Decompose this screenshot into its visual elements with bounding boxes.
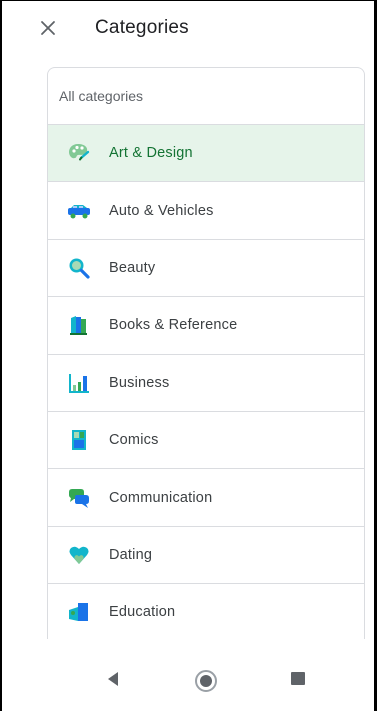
category-item-art-design[interactable]: Art & Design	[48, 125, 364, 183]
top-app-bar: Categories	[2, 1, 374, 61]
books-icon	[70, 316, 87, 336]
category-label: Business	[109, 374, 170, 391]
system-navigation-bar	[2, 653, 374, 711]
category-item-communication[interactable]: Communication	[48, 469, 364, 527]
hearts-icon	[69, 546, 89, 564]
palette-icon	[69, 144, 90, 161]
category-item-business[interactable]: Business	[48, 355, 364, 412]
close-button[interactable]	[34, 14, 62, 42]
category-item-books-reference[interactable]: Books & Reference	[48, 297, 364, 355]
category-label: Art & Design	[109, 145, 193, 162]
category-label: Comics	[109, 432, 159, 449]
page-title: Categories	[95, 17, 189, 38]
category-item-beauty[interactable]: Beauty	[48, 240, 364, 298]
category-item-education[interactable]: Education	[48, 584, 364, 639]
mirror-icon	[69, 258, 90, 279]
car-icon	[68, 204, 90, 219]
category-label: Education	[109, 604, 176, 621]
close-icon	[41, 21, 55, 35]
category-label: Books & Reference	[109, 317, 238, 334]
category-item-dating[interactable]: Dating	[48, 527, 364, 585]
category-item-comics[interactable]: Comics	[48, 412, 364, 470]
category-label: Communication	[109, 489, 213, 506]
home-circle-icon[interactable]	[194, 669, 218, 693]
chat-bubbles-icon	[69, 488, 89, 508]
comic-icon	[72, 430, 86, 451]
category-item-auto-vehicles[interactable]: Auto & Vehicles	[48, 182, 364, 240]
app-frame: Categories All categories Art & Design A…	[0, 0, 377, 711]
category-label: Dating	[109, 546, 153, 563]
back-triangle-icon[interactable]	[105, 669, 121, 689]
category-label: Beauty	[109, 259, 156, 276]
all-categories-item[interactable]: All categories	[48, 68, 364, 125]
category-list: All categories Art & Design Auto & Vehic…	[47, 67, 365, 639]
education-icon	[69, 603, 88, 622]
bar-chart-icon	[69, 373, 89, 393]
recents-square-icon[interactable]	[289, 669, 307, 687]
category-label: Auto & Vehicles	[109, 202, 214, 219]
